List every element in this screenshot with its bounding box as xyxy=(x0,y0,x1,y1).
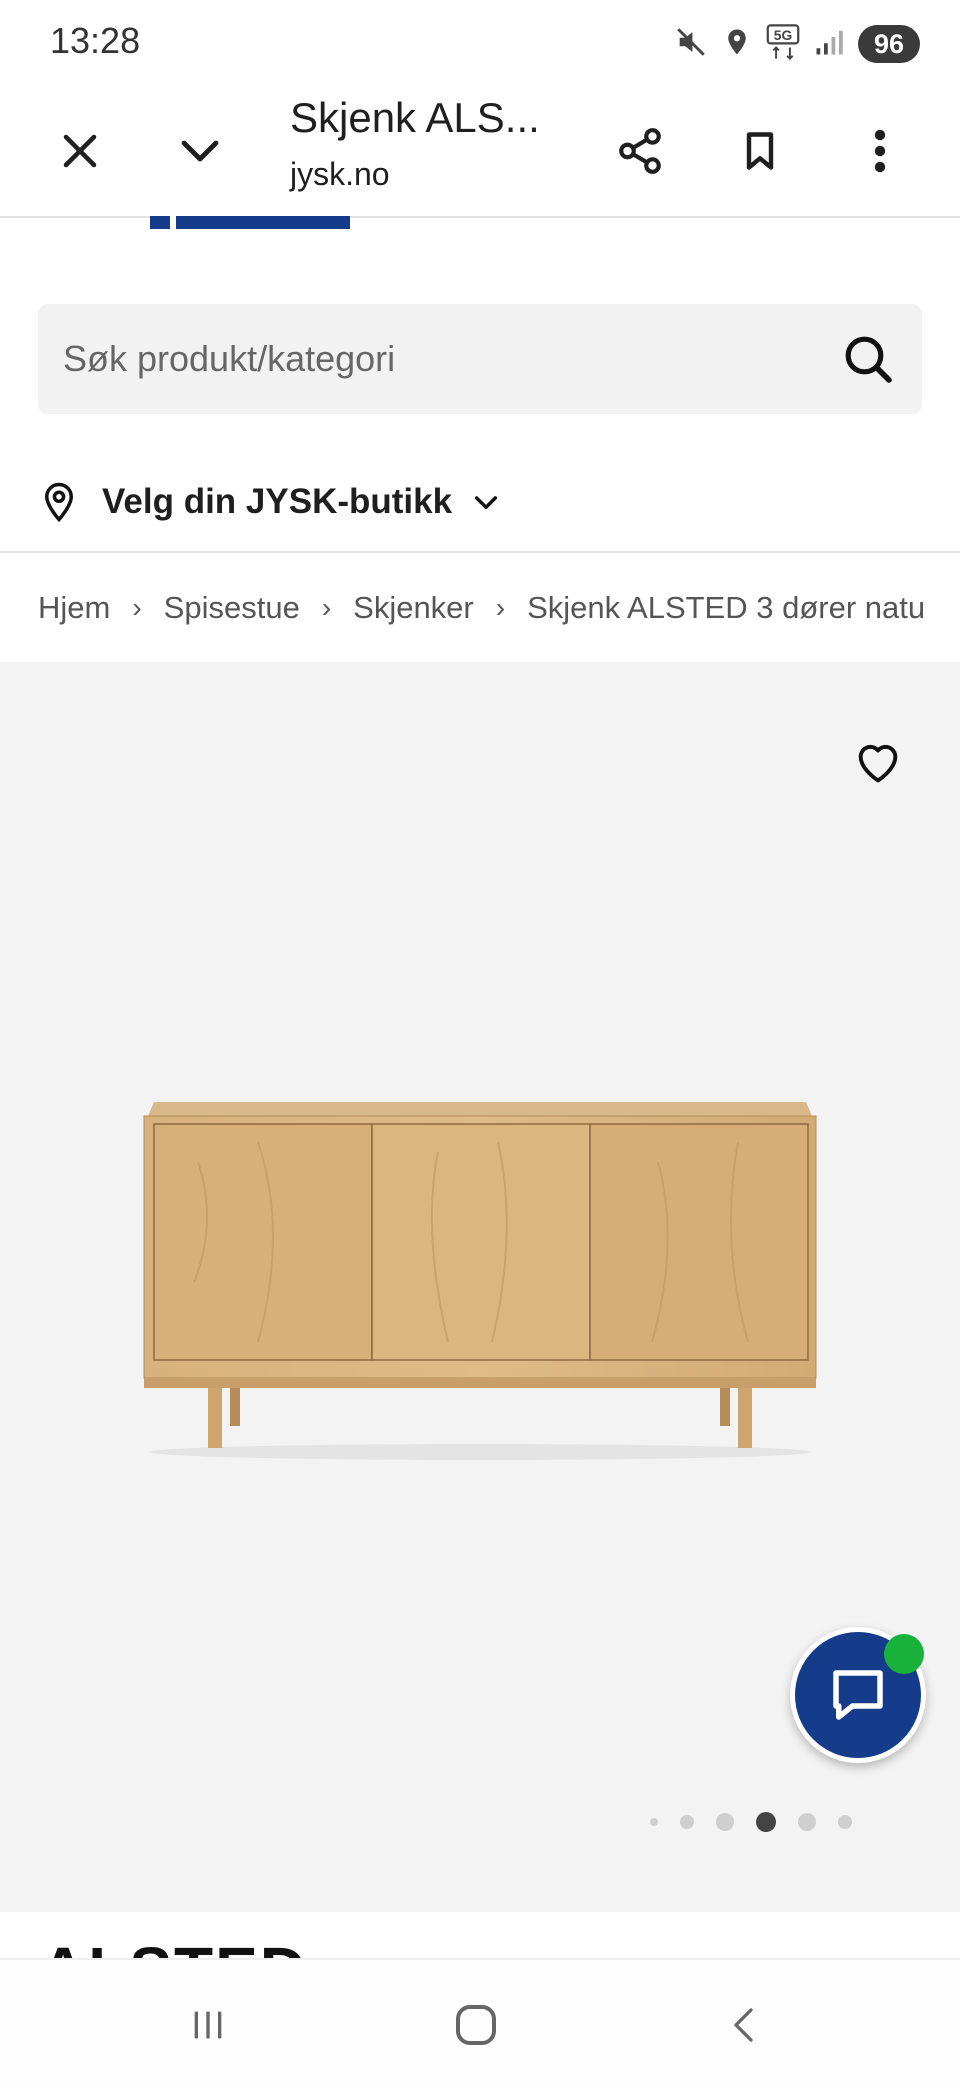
svg-text:5G: 5G xyxy=(774,26,792,42)
store-selector[interactable]: Velg din JYSK-butikk xyxy=(38,462,502,542)
page-domain: jysk.no xyxy=(290,156,390,192)
product-gallery[interactable] xyxy=(0,662,960,1912)
product-image xyxy=(143,1102,817,1460)
signal-icon xyxy=(814,26,844,63)
chat-bubble-icon xyxy=(833,1670,883,1720)
browser-toolbar: Skjenk ALS... jysk.no xyxy=(0,86,960,218)
carousel-dot-active[interactable] xyxy=(756,1812,776,1832)
logo-divider xyxy=(170,216,176,229)
system-nav-bar xyxy=(0,1958,960,2082)
home-icon xyxy=(456,2005,496,2045)
favorite-button[interactable] xyxy=(852,736,904,788)
more-options-button[interactable] xyxy=(840,111,920,191)
chevron-right-icon: › xyxy=(495,592,506,623)
search-icon xyxy=(845,336,892,383)
search-button[interactable] xyxy=(840,331,896,387)
5g-icon: 5G xyxy=(766,23,800,65)
home-button[interactable] xyxy=(436,1990,516,2060)
chevron-down-icon xyxy=(475,496,498,510)
share-icon xyxy=(619,128,661,174)
bookmark-icon xyxy=(746,132,774,170)
chevron-right-icon: › xyxy=(321,592,332,623)
chevron-down-icon xyxy=(181,140,219,162)
status-time: 13:28 xyxy=(50,20,141,61)
back-icon xyxy=(734,2008,753,2042)
carousel-dot[interactable] xyxy=(798,1813,816,1831)
share-button[interactable] xyxy=(600,111,680,191)
breadcrumb-item-sideboards[interactable]: Skjenker xyxy=(353,590,474,626)
minimize-button[interactable] xyxy=(160,111,240,191)
breadcrumb-item-dining[interactable]: Spisestue xyxy=(164,590,300,626)
battery-indicator: 96 xyxy=(857,25,920,63)
location-icon xyxy=(722,25,752,64)
store-label: Velg din JYSK-butikk xyxy=(102,482,453,521)
carousel-dot[interactable] xyxy=(838,1815,852,1829)
breadcrumb: Hjem › Spisestue › Skjenker › Skjenk ALS… xyxy=(38,575,924,641)
close-tab-button[interactable] xyxy=(40,111,120,191)
chevron-right-icon: › xyxy=(132,592,142,623)
online-status-dot xyxy=(884,1634,924,1674)
page-title: Skjenk ALS... xyxy=(290,94,540,141)
status-bar: 13:28 5G 96 xyxy=(0,0,960,86)
close-icon xyxy=(63,134,97,168)
breadcrumb-item-current: Skjenk ALSTED 3 dører natur xyxy=(527,590,924,625)
carousel-dot[interactable] xyxy=(680,1815,694,1829)
site-logo[interactable] xyxy=(150,216,350,229)
search-input[interactable] xyxy=(63,304,823,414)
heart-icon xyxy=(858,744,898,783)
recents-icon xyxy=(194,2011,222,2039)
back-button[interactable] xyxy=(706,1990,786,2060)
location-pin-icon xyxy=(44,482,74,523)
recents-button[interactable] xyxy=(168,1990,248,2060)
carousel-dot[interactable] xyxy=(716,1813,734,1831)
more-vert-icon xyxy=(874,129,886,173)
carousel-dot[interactable] xyxy=(650,1818,658,1826)
status-icons: 5G 96 xyxy=(674,22,920,66)
bookmark-button[interactable] xyxy=(720,111,800,191)
mute-icon xyxy=(674,25,708,64)
search-bar xyxy=(38,304,922,414)
carousel-indicator[interactable] xyxy=(650,1812,852,1832)
breadcrumb-item-home[interactable]: Hjem xyxy=(38,590,110,626)
divider xyxy=(0,551,960,553)
